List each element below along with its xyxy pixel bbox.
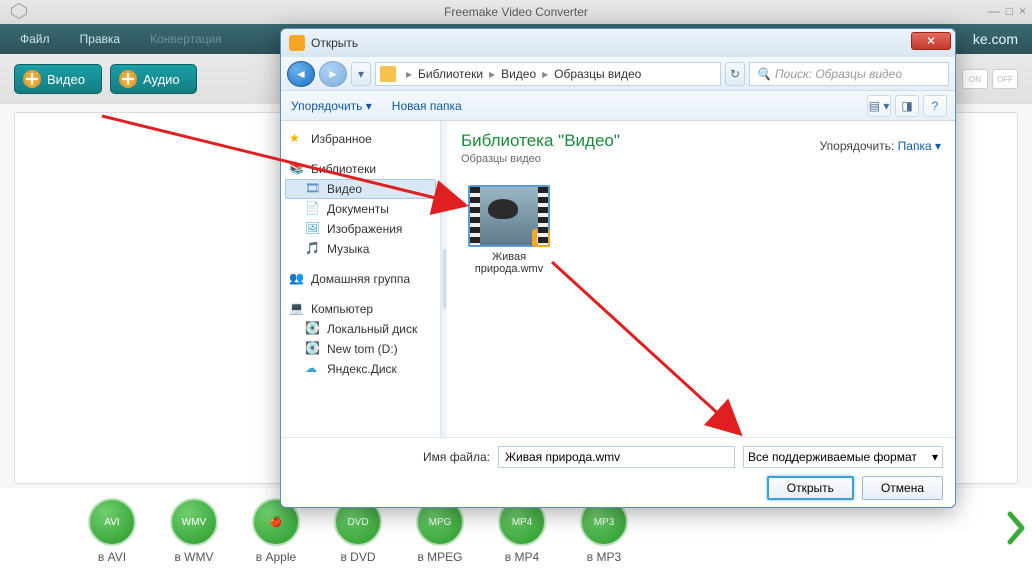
- dialog-titlebar: Открыть ✕: [281, 29, 955, 57]
- refresh-button[interactable]: ↻: [725, 62, 745, 86]
- library-subhead: Образцы видео: [461, 153, 941, 165]
- video-thumbnail-icon: [468, 185, 550, 247]
- crumb-video[interactable]: Видео: [501, 67, 536, 81]
- toggle-on[interactable]: ON: [962, 69, 988, 89]
- sort-label: Упорядочить:: [820, 139, 895, 153]
- view-options-button[interactable]: ▤ ▾: [867, 95, 891, 117]
- crumb-samples[interactable]: Образцы видео: [554, 67, 641, 81]
- dialog-navbar: ◄ ► ▾ ▸ Библиотеки ▸ Видео ▸ Образцы вид…: [281, 57, 955, 91]
- search-placeholder: Поиск: Образцы видео: [775, 67, 902, 81]
- tree-computer[interactable]: 💻Компьютер: [285, 299, 436, 319]
- tree-yadisk[interactable]: ☁Яндекс.Диск: [285, 359, 436, 379]
- tree-homegroup[interactable]: 👥Домашняя группа: [285, 269, 436, 289]
- search-input[interactable]: 🔍 Поиск: Образцы видео: [749, 62, 949, 86]
- help-button[interactable]: ?: [923, 95, 947, 117]
- app-titlebar: Freemake Video Converter — □ ×: [0, 0, 1032, 24]
- tree-libraries[interactable]: 📚Библиотеки: [285, 159, 436, 179]
- file-type-filter[interactable]: Все поддерживаемые формат▾: [743, 446, 943, 468]
- open-button[interactable]: Открыть: [767, 476, 854, 500]
- menu-edit[interactable]: Правка: [80, 32, 121, 46]
- tree-documents[interactable]: 📄Документы: [285, 199, 436, 219]
- format-label: в Apple: [256, 550, 296, 564]
- nav-forward-button[interactable]: ►: [319, 61, 347, 87]
- filename-label: Имя файла:: [293, 450, 490, 464]
- dialog-footer: Имя файла: Все поддерживаемые формат▾ От…: [281, 437, 955, 507]
- nav-back-button[interactable]: ◄: [287, 61, 315, 87]
- add-video-button[interactable]: Видео: [14, 64, 102, 94]
- tree-music[interactable]: 🎵Музыка: [285, 239, 436, 259]
- preview-pane-button[interactable]: ◨: [895, 95, 919, 117]
- dialog-icon: [289, 35, 305, 51]
- toggle-off[interactable]: OFF: [992, 69, 1018, 89]
- tree-images[interactable]: 🖼Изображения: [285, 219, 436, 239]
- dialog-close-button[interactable]: ✕: [911, 32, 951, 50]
- tree-local-disk[interactable]: 💽Локальный диск: [285, 319, 436, 339]
- close-icon[interactable]: ×: [1019, 4, 1026, 18]
- window-controls: — □ ×: [988, 4, 1026, 18]
- new-folder-button[interactable]: Новая папка: [392, 99, 462, 113]
- dialog-title: Открыть: [311, 36, 358, 50]
- nav-tree: ★Избранное 📚Библиотеки 🎞Видео 📄Документы…: [281, 121, 441, 437]
- format-avi[interactable]: AVIв AVI: [88, 498, 136, 564]
- play-overlay-icon: [532, 229, 550, 247]
- plus-icon: [23, 70, 41, 88]
- breadcrumb[interactable]: ▸ Библиотеки ▸ Видео ▸ Образцы видео: [375, 62, 721, 86]
- brand-text: ke.com: [973, 31, 1018, 47]
- maximize-icon[interactable]: □: [1006, 4, 1013, 18]
- cancel-button[interactable]: Отмена: [862, 476, 943, 500]
- sort-control[interactable]: Упорядочить: Папка ▾: [820, 139, 941, 153]
- dialog-body: ★Избранное 📚Библиотеки 🎞Видео 📄Документы…: [281, 121, 955, 437]
- tree-newtom[interactable]: 💽New tom (D:): [285, 339, 436, 359]
- add-audio-button[interactable]: Аудио: [110, 64, 197, 94]
- dialog-toolbar: Упорядочить ▾ Новая папка ▤ ▾ ◨ ?: [281, 91, 955, 121]
- format-label: в MP3: [587, 550, 621, 564]
- filename-input[interactable]: [498, 446, 735, 468]
- format-label: в MP4: [505, 550, 539, 564]
- format-label: в WMV: [174, 550, 213, 564]
- open-file-dialog: Открыть ✕ ◄ ► ▾ ▸ Библиотеки ▸ Видео ▸ О…: [280, 28, 956, 508]
- filter-label: Все поддерживаемые формат: [748, 450, 917, 464]
- plus-icon: [119, 70, 137, 88]
- menu-file[interactable]: Файл: [20, 32, 50, 46]
- folder-icon: [380, 66, 396, 82]
- file-item-label: Живая природа.wmv: [461, 251, 557, 275]
- format-label: в AVI: [98, 550, 126, 564]
- file-item[interactable]: Живая природа.wmv: [461, 185, 557, 275]
- tree-video[interactable]: 🎞Видео: [285, 179, 436, 199]
- minimize-icon[interactable]: —: [988, 4, 1000, 18]
- app-title: Freemake Video Converter: [444, 5, 588, 19]
- tree-favorites[interactable]: ★Избранное: [285, 129, 436, 149]
- file-pane: Библиотека "Видео" Образцы видео Упорядо…: [447, 121, 955, 437]
- organize-menu[interactable]: Упорядочить ▾: [291, 99, 372, 113]
- format-label: в MPEG: [417, 550, 462, 564]
- crumb-libraries[interactable]: Библиотеки: [418, 67, 483, 81]
- format-wmv[interactable]: WMVв WMV: [170, 498, 218, 564]
- app-logo-icon: [10, 2, 28, 20]
- nav-up-button[interactable]: ▾: [351, 62, 371, 86]
- add-video-label: Видео: [47, 72, 85, 87]
- next-arrow-icon[interactable]: [1006, 510, 1026, 546]
- menu-convert[interactable]: Конвертация: [150, 32, 222, 46]
- format-label: в DVD: [340, 550, 375, 564]
- add-audio-label: Аудио: [143, 72, 180, 87]
